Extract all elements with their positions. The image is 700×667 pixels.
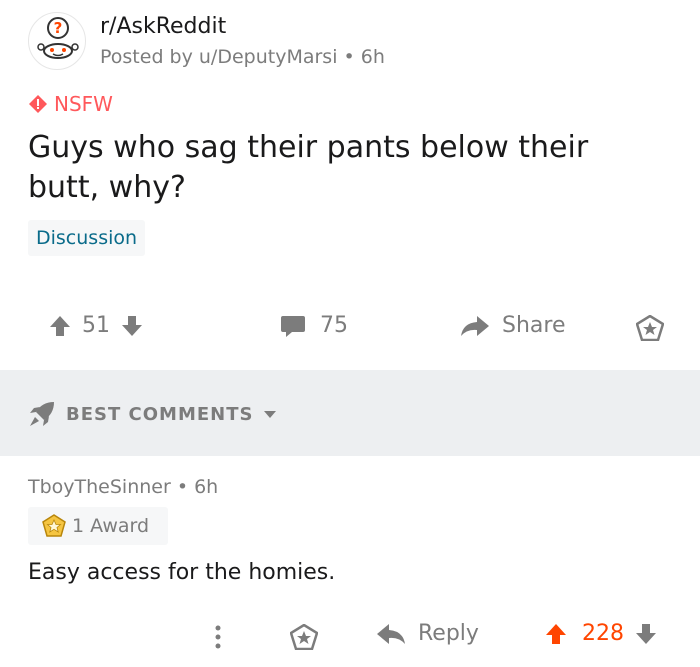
reddit-avatar-icon xyxy=(37,43,79,59)
nsfw-tag: NSFW xyxy=(28,92,113,116)
comment: TboyTheSinner • 6h 1 Award Easy access f… xyxy=(0,456,700,667)
post-actions: 51 75 Share xyxy=(0,305,700,349)
nsfw-diamond-icon xyxy=(29,95,47,113)
more-icon[interactable] xyxy=(213,624,223,650)
caret-down-icon xyxy=(264,411,277,418)
award-icon[interactable] xyxy=(290,624,318,650)
comment-vote: 228 xyxy=(544,621,658,646)
award-badge[interactable]: 1 Award xyxy=(28,507,168,545)
reply-icon xyxy=(377,623,405,644)
comment-body: Easy access for the homies. xyxy=(28,560,336,585)
share-icon xyxy=(461,315,489,336)
downvote-icon[interactable] xyxy=(120,314,144,338)
award-icon xyxy=(42,514,66,537)
share-label: Share xyxy=(502,313,566,338)
award-count: 1 Award xyxy=(72,515,150,537)
post-score: 51 xyxy=(82,313,110,338)
upvote-icon[interactable] xyxy=(544,622,568,646)
sort-label: BEST COMMENTS xyxy=(66,403,254,425)
rocket-icon xyxy=(30,402,54,426)
question-icon: ? xyxy=(47,17,69,39)
reply-label: Reply xyxy=(418,621,479,646)
subreddit-name[interactable]: r/AskReddit xyxy=(100,14,226,39)
post-title[interactable]: Guys who sag their pants below their but… xyxy=(28,128,668,208)
comments-button[interactable]: 75 xyxy=(280,313,348,338)
share-button[interactable]: Share xyxy=(460,313,566,338)
post-flair[interactable]: Discussion xyxy=(28,220,146,256)
nsfw-label: NSFW xyxy=(54,92,113,116)
comment-actions: Reply 228 xyxy=(0,616,700,660)
downvote-icon[interactable] xyxy=(634,622,658,646)
upvote-icon[interactable] xyxy=(48,314,72,338)
comment-sort-bar[interactable]: BEST COMMENTS xyxy=(0,370,700,456)
reply-button[interactable]: Reply xyxy=(376,621,479,646)
comments-count: 75 xyxy=(320,313,348,338)
comment-score: 228 xyxy=(582,621,624,646)
sort-selector[interactable]: BEST COMMENTS xyxy=(28,400,277,428)
give-award-button[interactable] xyxy=(636,315,664,341)
award-icon xyxy=(636,315,664,341)
post-vote: 51 xyxy=(48,313,144,338)
comment-author[interactable]: TboyTheSinner • 6h xyxy=(28,476,218,498)
post-meta: Posted by u/DeputyMarsi • 6h xyxy=(100,46,385,68)
comment-icon xyxy=(281,315,305,337)
post-header: ? r/AskReddit Posted by u/DeputyMarsi • … xyxy=(28,12,385,70)
post-card: ? r/AskReddit Posted by u/DeputyMarsi • … xyxy=(0,0,700,370)
subreddit-avatar[interactable]: ? xyxy=(28,12,86,70)
